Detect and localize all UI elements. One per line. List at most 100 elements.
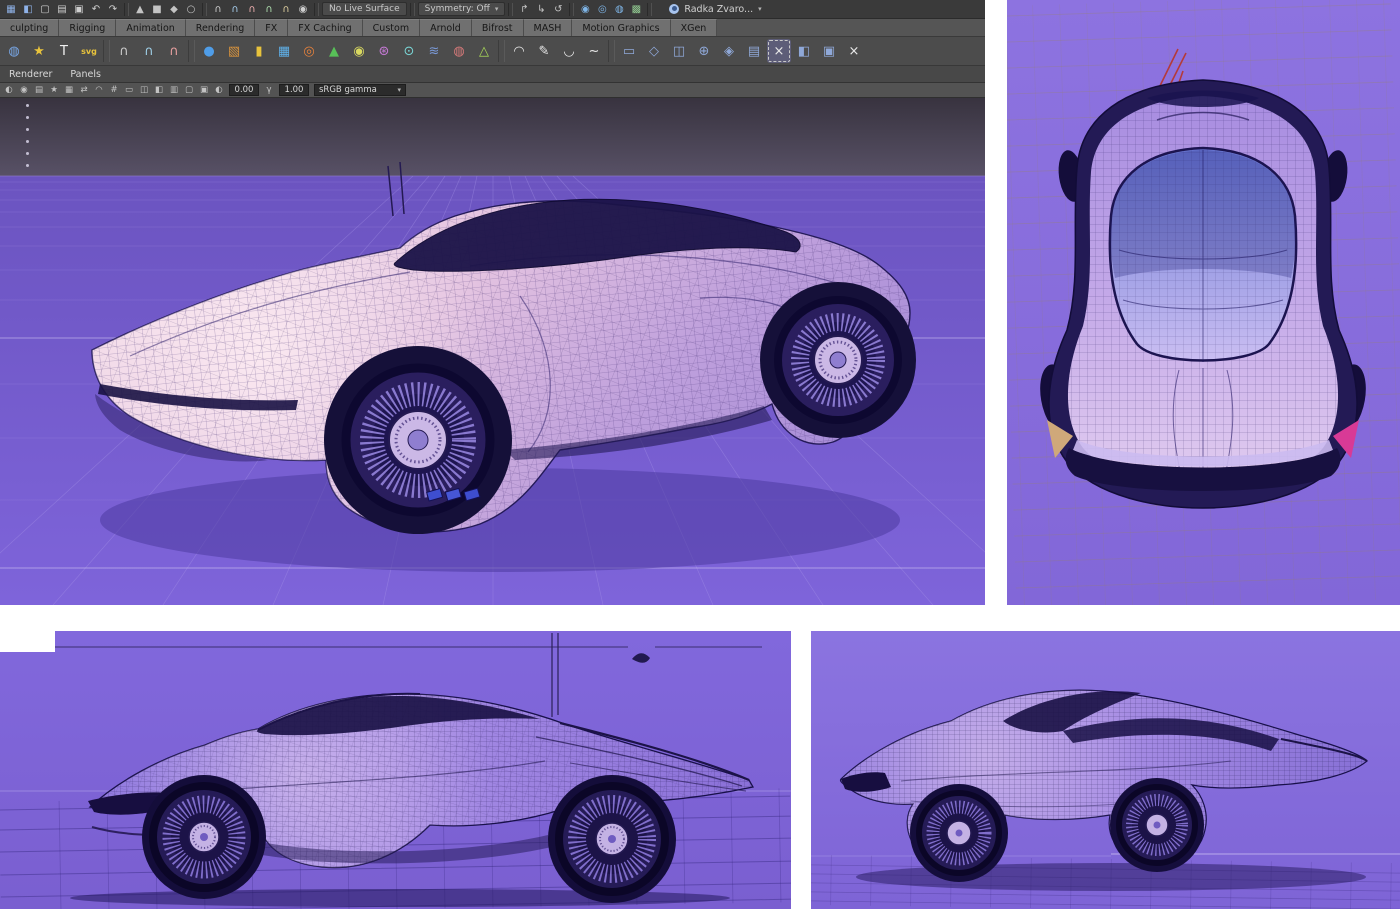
shelf-bridge-icon[interactable]: ◫ [667, 39, 691, 63]
shelf-poly-soccer-icon[interactable]: ⊙ [397, 39, 421, 63]
open-render-view-icon[interactable]: ◉ [577, 2, 593, 17]
construction-history-icon[interactable]: ↺ [550, 2, 566, 17]
shelf-tab-fx-caching[interactable]: FX Caching [288, 19, 362, 36]
layout-icon[interactable]: ◧ [20, 2, 36, 17]
shelf-poly-cube-icon[interactable]: ▧ [222, 39, 246, 63]
shelf-poly-helix-icon[interactable]: ≋ [422, 39, 446, 63]
rear-wheel[interactable] [760, 282, 916, 438]
shelf-poly-gear-icon[interactable]: ⊛ [372, 39, 396, 63]
panels-menu[interactable]: Panels [61, 66, 110, 83]
vp-camera-attributes-icon[interactable]: ▤ [32, 84, 46, 97]
snap-point-icon[interactable]: ∩ [244, 2, 260, 17]
vp-field-chart-icon[interactable]: ▥ [167, 84, 181, 97]
snap-view-plane-icon[interactable]: ∩ [278, 2, 294, 17]
shelf-tab-arnold[interactable]: Arnold [420, 19, 472, 36]
perspective-viewport-canvas[interactable] [0, 98, 985, 605]
shelf-poly-cone-icon[interactable]: ▲ [322, 39, 346, 63]
shelf-smooth-icon[interactable]: ▤ [742, 39, 766, 63]
exposure-icon[interactable]: ◐ [212, 84, 226, 97]
user-avatar-icon [669, 4, 679, 14]
shelf-bevel-icon[interactable]: ◇ [642, 39, 666, 63]
shelf-arc-curve-icon[interactable]: ◡ [557, 39, 581, 63]
shelf-poly-pipe-icon[interactable]: ◍ [447, 39, 471, 63]
vp-2d-pan-zoom-icon[interactable]: ⇄ [77, 84, 91, 97]
select-hierarchy-icon[interactable]: ▲ [132, 2, 148, 17]
vp-resolution-gate-icon[interactable]: ◫ [137, 84, 151, 97]
shelf-magnet-curve-icon[interactable]: ∩ [137, 39, 161, 63]
save-scene-icon[interactable]: ▣ [71, 2, 87, 17]
no-live-surface-button[interactable]: No Live Surface [322, 2, 407, 16]
shelf-tab-animation[interactable]: Animation [116, 19, 185, 36]
shelf-poly-sphere-icon[interactable]: ● [197, 39, 221, 63]
shelf-poly-plane-icon[interactable]: ▦ [272, 39, 296, 63]
shelf-extrude-icon[interactable]: ▭ [617, 39, 641, 63]
select-object-icon[interactable]: ■ [149, 2, 165, 17]
vp-grid-icon[interactable]: # [107, 84, 121, 97]
shelf-tab-bifrost[interactable]: Bifrost [472, 19, 524, 36]
renderer-menu[interactable]: Renderer [0, 66, 61, 83]
shelf-delete-edge-icon[interactable]: × [842, 39, 866, 63]
vp-lock-camera-icon[interactable]: ◉ [17, 84, 31, 97]
gamma-icon[interactable]: γ [262, 84, 276, 97]
shelf-group-snap: ∩∩∩ [112, 39, 186, 63]
shelf-magnet-point-icon[interactable]: ∩ [162, 39, 186, 63]
symmetry-dropdown[interactable]: Symmetry: Off ▾ [418, 2, 506, 16]
account-menu[interactable]: Radka Zvaro... ▾ [669, 2, 761, 17]
vp-film-gate-icon[interactable]: ▭ [122, 84, 136, 97]
output-connections-icon[interactable]: ↳ [533, 2, 549, 17]
select-component-icon[interactable]: ◆ [166, 2, 182, 17]
shelf-svg-tool-icon[interactable]: svg [77, 39, 101, 63]
shelf-poly-disc-icon[interactable]: ◉ [347, 39, 371, 63]
render-current-frame-icon[interactable]: ◎ [594, 2, 610, 17]
shelf-ep-curve-icon[interactable]: ◠ [507, 39, 531, 63]
side-view-canvas [0, 631, 791, 909]
shelf-tab-rigging[interactable]: Rigging [59, 19, 116, 36]
shelf-magnet-grid-icon[interactable]: ∩ [112, 39, 136, 63]
shelf-type-tool-icon[interactable]: T [52, 39, 76, 63]
shelf-tab-fx[interactable]: FX [255, 19, 288, 36]
vp-grease-pencil-icon[interactable]: ◠ [92, 84, 106, 97]
ipr-render-icon[interactable]: ◍ [611, 2, 627, 17]
undo-icon[interactable]: ↶ [88, 2, 104, 17]
shelf-tab-rendering[interactable]: Rendering [186, 19, 256, 36]
exposure-field[interactable]: 0.00 [229, 84, 259, 96]
input-connections-icon[interactable]: ↱ [516, 2, 532, 17]
front-wheel[interactable] [324, 346, 512, 534]
shelf-tab-motion-graphics[interactable]: Motion Graphics [572, 19, 670, 36]
shelf-poly-prism-icon[interactable]: △ [472, 39, 496, 63]
shelf-pencil-curve-icon[interactable]: ✎ [532, 39, 556, 63]
shelf-sculpt-sphere-icon[interactable]: ◍ [2, 39, 26, 63]
make-live-icon[interactable]: ◉ [295, 2, 311, 17]
open-scene-icon[interactable]: ▤ [54, 2, 70, 17]
shelf-tab-xgen[interactable]: XGen [671, 19, 718, 36]
snap-grid-icon[interactable]: ∩ [210, 2, 226, 17]
vp-bookmark-icon[interactable]: ★ [47, 84, 61, 97]
shelf-poly-torus-icon[interactable]: ◎ [297, 39, 321, 63]
selection-mode-icon[interactable]: ▦ [3, 2, 19, 17]
snap-curve-icon[interactable]: ∩ [227, 2, 243, 17]
perspective-viewport[interactable] [0, 98, 985, 605]
shelf-star-icon[interactable]: ★ [27, 39, 51, 63]
shelf-target-weld-icon[interactable]: ◧ [792, 39, 816, 63]
gamma-field[interactable]: 1.00 [279, 84, 309, 96]
shelf-multicut-icon[interactable]: × [767, 39, 791, 63]
vp-image-plane-icon[interactable]: ▦ [62, 84, 76, 97]
redo-icon[interactable]: ↷ [105, 2, 121, 17]
vp-select-camera-icon[interactable]: ◐ [2, 84, 16, 97]
shelf-bezier-curve-icon[interactable]: ~ [582, 39, 606, 63]
shelf-combine-icon[interactable]: ⊕ [692, 39, 716, 63]
vp-safe-action-icon[interactable]: ▢ [182, 84, 196, 97]
shelf-tab-custom[interactable]: Custom [363, 19, 420, 36]
lasso-select-icon[interactable]: ○ [183, 2, 199, 17]
shelf-tab-culpting[interactable]: culpting [0, 19, 59, 36]
shelf-quad-draw-icon[interactable]: ▣ [817, 39, 841, 63]
shelf-tab-mash[interactable]: MASH [524, 19, 573, 36]
render-settings-icon[interactable]: ▩ [628, 2, 644, 17]
vp-gate-mask-icon[interactable]: ◧ [152, 84, 166, 97]
vp-safe-title-icon[interactable]: ▣ [197, 84, 211, 97]
snap-projected-center-icon[interactable]: ∩ [261, 2, 277, 17]
view-transform-select[interactable]: sRGB gamma ▾ [314, 84, 406, 96]
new-scene-icon[interactable]: ▢ [37, 2, 53, 17]
shelf-separate-icon[interactable]: ◈ [717, 39, 741, 63]
shelf-poly-cylinder-icon[interactable]: ▮ [247, 39, 271, 63]
